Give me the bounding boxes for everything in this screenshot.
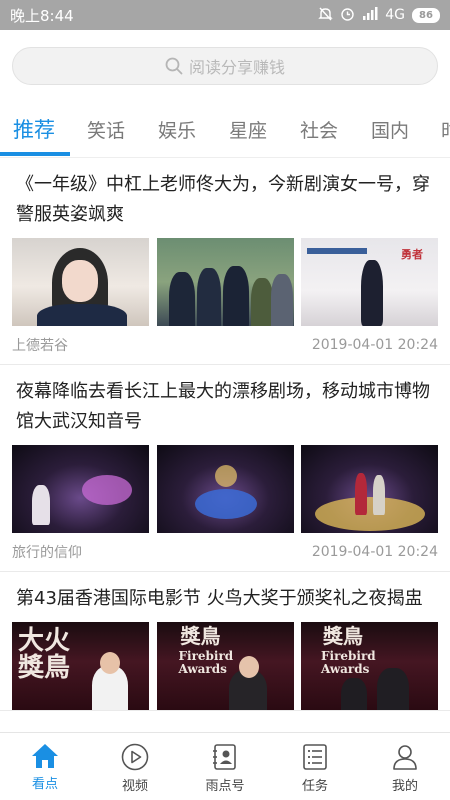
nav-label-profile: 我的	[391, 779, 418, 794]
article-thumbnail[interactable]: 獎鳥 Firebird Awards	[301, 622, 438, 710]
bottom-nav: 看点 视频 雨点号 任务 我的	[0, 732, 450, 800]
profile-icon	[393, 745, 417, 770]
play-circle-icon	[121, 743, 149, 771]
category-tabs: 推荐 笑话 娱乐 星座 社会 国内 时	[0, 106, 450, 158]
signal-icon	[362, 7, 378, 23]
battery-icon: 86	[412, 7, 440, 23]
news-feed[interactable]: 《一年级》中杠上老师佟大为，今新剧演女一号，穿警服英姿飒爽 勇者 上德若谷 20…	[0, 158, 450, 733]
network-type: 4G	[385, 7, 405, 23]
nav-profile[interactable]: 我的	[360, 733, 450, 800]
article-thumbnail[interactable]	[301, 445, 438, 533]
article-source[interactable]: 上德若谷	[12, 335, 68, 355]
article-thumbnails: 大火 獎鳥 獎鳥 Firebird Awards 獎鳥 Firebird Awards	[12, 622, 438, 710]
article-title[interactable]: 《一年级》中杠上老师佟大为，今新剧演女一号，穿警服英姿飒爽	[16, 170, 434, 230]
nav-yudianhao[interactable]: 雨点号	[180, 733, 270, 800]
status-icons: 4G 86	[318, 7, 440, 24]
mute-icon	[318, 7, 333, 24]
tab-recommend[interactable]: 推荐	[13, 114, 55, 144]
article-time: 2019-04-01 20:24	[311, 544, 438, 560]
status-time: 晚上8:44	[10, 6, 74, 25]
nav-label-tasks: 任务	[301, 779, 328, 794]
tab-jokes[interactable]: 笑话	[87, 116, 125, 143]
article-meta: 旅行的信仰 2019-04-01 20:24	[12, 533, 438, 571]
home-icon	[32, 744, 58, 768]
tab-entertainment[interactable]: 娱乐	[158, 116, 196, 143]
tab-society[interactable]: 社会	[300, 116, 338, 143]
article-title[interactable]: 第43届香港国际电影节 火鸟大奖于颁奖礼之夜揭盅	[16, 584, 434, 614]
article-thumbnail[interactable]	[156, 445, 294, 533]
nav-label-home: 看点	[31, 777, 58, 792]
nav-label-yudianhao: 雨点号	[205, 779, 245, 794]
article-card[interactable]: 第43届香港国际电影节 火鸟大奖于颁奖礼之夜揭盅 大火 獎鳥 獎鳥 Firebir…	[0, 572, 450, 711]
article-card[interactable]: 《一年级》中杠上老师佟大为，今新剧演女一号，穿警服英姿飒爽 勇者 上德若谷 20…	[0, 158, 450, 365]
article-thumbnails	[12, 445, 438, 533]
status-bar: 晚上8:44 4G 86	[0, 0, 450, 30]
article-thumbnails: 勇者	[12, 238, 438, 326]
search-area: 阅读分享赚钱	[0, 30, 450, 102]
article-title[interactable]: 夜幕降临去看长江上最大的漂移剧场，移动城市博物馆大武汉知音号	[16, 377, 434, 437]
alarm-icon	[340, 7, 355, 24]
article-thumbnail[interactable]	[12, 445, 149, 533]
search-placeholder: 阅读分享赚钱	[188, 58, 285, 77]
search-input[interactable]: 阅读分享赚钱	[12, 47, 438, 85]
article-thumbnail[interactable]: 獎鳥 Firebird Awards	[156, 622, 294, 710]
article-card[interactable]: 夜幕降临去看长江上最大的漂移剧场，移动城市博物馆大武汉知音号 旅行的信仰 201…	[0, 365, 450, 572]
contact-book-icon	[213, 744, 236, 770]
tab-horoscope[interactable]: 星座	[229, 116, 267, 143]
nav-label-video: 视频	[121, 779, 148, 794]
article-thumbnail[interactable]	[156, 238, 294, 326]
article-time: 2019-04-01 20:24	[311, 337, 438, 353]
search-icon	[165, 57, 183, 75]
nav-tasks[interactable]: 任务	[270, 733, 360, 800]
article-source[interactable]: 旅行的信仰	[12, 542, 82, 562]
active-tab-indicator	[0, 152, 70, 156]
task-list-icon	[303, 744, 327, 770]
article-thumbnail[interactable]: 勇者	[301, 238, 438, 326]
nav-video[interactable]: 视频	[90, 733, 180, 800]
tab-domestic[interactable]: 国内	[371, 116, 409, 143]
tab-partial[interactable]: 时	[441, 116, 450, 143]
nav-home[interactable]: 看点	[0, 733, 90, 800]
article-thumbnail[interactable]	[12, 238, 149, 326]
article-meta: 上德若谷 2019-04-01 20:24	[12, 326, 438, 364]
article-thumbnail[interactable]: 大火 獎鳥	[12, 622, 149, 710]
